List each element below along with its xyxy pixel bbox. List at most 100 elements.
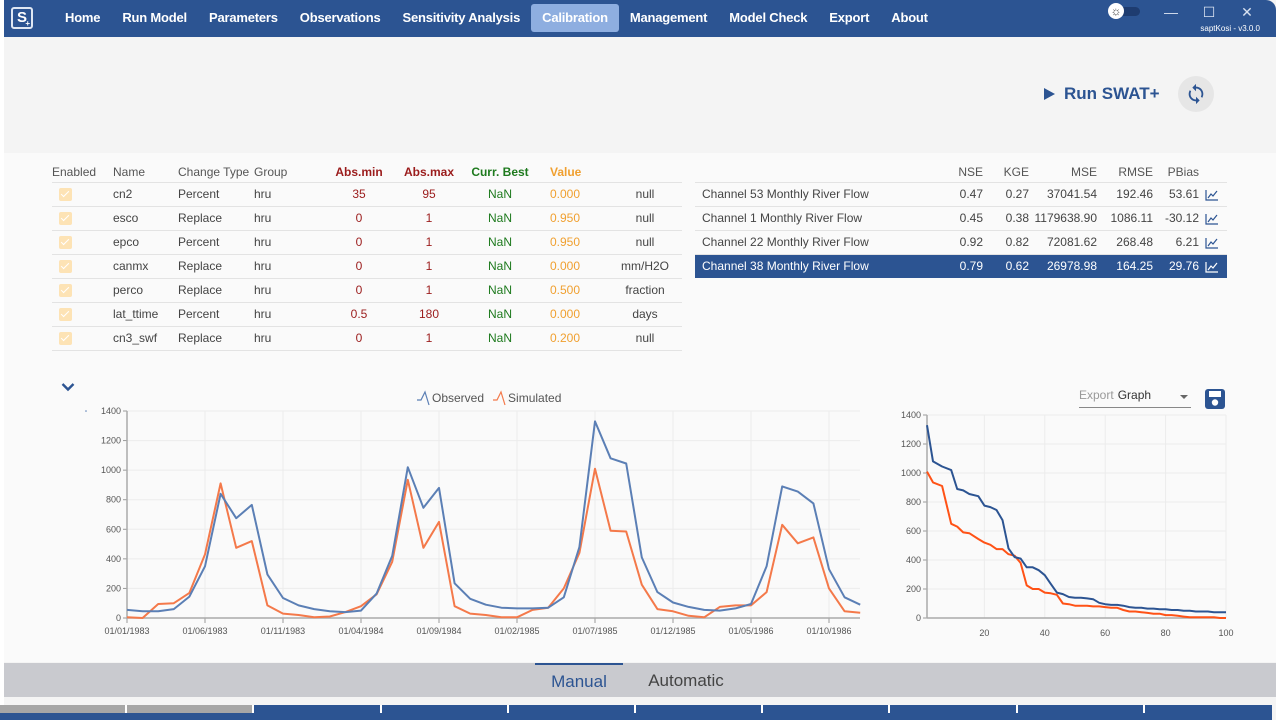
taskbar-item[interactable] — [890, 705, 1018, 713]
param-value[interactable]: 0.950 — [550, 211, 580, 225]
nav-export[interactable]: Export — [818, 4, 880, 32]
nav-about[interactable]: About — [880, 4, 939, 32]
objective-row[interactable]: Channel 53 Monthly River Flow 0.47 0.27 370… — [695, 181, 1227, 206]
param-curr-best: NaN — [487, 259, 512, 273]
param-abs-max[interactable]: 95 — [422, 187, 435, 201]
param-abs-max-cell: 1 — [394, 253, 464, 278]
param-value[interactable]: 0.000 — [550, 259, 580, 273]
enabled-checkbox[interactable] — [59, 236, 72, 250]
objective-row[interactable]: Channel 38 Monthly River Flow 0.79 0.62 269… — [695, 253, 1227, 278]
enabled-checkbox[interactable] — [59, 260, 72, 274]
nav-calibration[interactable]: Calibration — [531, 4, 619, 32]
param-group-cell: hru — [254, 181, 324, 206]
param-abs-max-cell: 1 — [394, 277, 464, 302]
nav-run-model[interactable]: Run Model — [111, 4, 198, 32]
y-tick-label: 400 — [906, 555, 921, 565]
param-abs-min[interactable]: 0.5 — [351, 307, 368, 321]
taskbar-item[interactable] — [1017, 705, 1145, 713]
taskbar-item[interactable] — [763, 705, 891, 713]
tab-manual[interactable]: Manual — [535, 663, 623, 697]
param-abs-min[interactable]: 0 — [356, 235, 363, 249]
enabled-checkbox-cell — [52, 301, 106, 326]
param-value[interactable]: 0.000 — [550, 187, 580, 201]
x-tick-label: 01/07/1985 — [572, 626, 617, 636]
nav-parameters[interactable]: Parameters — [198, 4, 289, 32]
taskbar-item[interactable] — [508, 705, 637, 713]
param-abs-max[interactable]: 1 — [426, 211, 433, 225]
param-abs-min[interactable]: 0 — [356, 211, 363, 225]
param-row[interactable]: perco Replace hru 0 1 NaN 0.500 fraction — [52, 277, 682, 302]
maximize-button[interactable]: ☐ — [1199, 3, 1219, 21]
taskbar-item[interactable] — [0, 705, 128, 713]
param-row[interactable]: cn3_swf Replace hru 0 1 NaN 0.200 null — [52, 325, 682, 351]
metric-nse: 0.92 — [945, 229, 983, 254]
refresh-button[interactable] — [1178, 76, 1214, 112]
param-unit-cell: days — [608, 301, 682, 326]
chevron-down-icon[interactable] — [61, 382, 75, 392]
taskbar-item[interactable] — [127, 705, 255, 713]
param-abs-max[interactable]: 1 — [426, 235, 433, 249]
enabled-checkbox[interactable] — [59, 188, 72, 202]
save-icon[interactable] — [1204, 388, 1226, 410]
enabled-checkbox[interactable] — [59, 332, 72, 346]
param-abs-min[interactable]: 0 — [356, 259, 363, 273]
theme-toggle[interactable]: ☼ — [1108, 3, 1142, 19]
param-value[interactable]: 0.000 — [550, 307, 580, 321]
param-abs-max[interactable]: 180 — [419, 307, 439, 321]
param-abs-min[interactable]: 0 — [356, 331, 363, 345]
enabled-checkbox[interactable] — [59, 284, 72, 298]
show-chart-icon[interactable] — [1205, 189, 1219, 201]
param-row[interactable]: cn2 Percent hru 35 95 NaN 0.000 null — [52, 181, 682, 206]
enabled-checkbox[interactable] — [59, 308, 72, 322]
objective-row[interactable]: Channel 22 Monthly River Flow 0.92 0.82 720… — [695, 229, 1227, 254]
x-tick-label: 80 — [1161, 628, 1171, 638]
show-chart-icon[interactable] — [1205, 213, 1219, 225]
param-value-cell: 0.950 — [536, 229, 608, 254]
nav-management[interactable]: Management — [619, 4, 718, 32]
close-button[interactable]: ✕ — [1237, 3, 1257, 21]
objective-row[interactable]: Channel 1 Monthly River Flow 0.45 0.38 1179… — [695, 205, 1227, 230]
param-abs-min[interactable]: 0 — [356, 283, 363, 297]
tab-automatic[interactable]: Automatic — [634, 663, 738, 697]
y-tick-label: 1000 — [101, 465, 121, 475]
param-row[interactable]: esco Replace hru 0 1 NaN 0.950 null — [52, 205, 682, 230]
param-unit: days — [632, 307, 658, 321]
minimize-button[interactable]: — — [1161, 3, 1181, 21]
nav-home[interactable]: Home — [54, 4, 111, 32]
param-value[interactable]: 0.950 — [550, 235, 580, 249]
param-row[interactable]: canmx Replace hru 0 1 NaN 0.000 mm/H2O — [52, 253, 682, 278]
run-swat-button[interactable]: Run SWAT+ — [1044, 82, 1160, 106]
param-abs-max[interactable]: 1 — [426, 283, 433, 297]
taskbar-item[interactable] — [636, 705, 764, 713]
col-nse: NSE — [958, 164, 983, 179]
param-row[interactable]: lat_ttime Percent hru 0.5 180 NaN 0.000 days — [52, 301, 682, 326]
show-chart-icon[interactable] — [1205, 261, 1219, 273]
metric-kge: 0.38 — [983, 205, 1029, 230]
param-value-cell: 0.500 — [536, 277, 608, 302]
show-chart-icon[interactable] — [1205, 237, 1219, 249]
x-tick-label: 01/02/1985 — [494, 626, 539, 636]
export-select[interactable]: Export Graph — [1079, 388, 1191, 408]
param-abs-min[interactable]: 35 — [352, 187, 365, 201]
enabled-checkbox-cell — [52, 253, 106, 278]
taskbar-item[interactable] — [381, 705, 509, 713]
taskbar-item[interactable] — [1144, 705, 1273, 713]
x-tick-label: 01/06/1983 — [182, 626, 227, 636]
nav-model-check[interactable]: Model Check — [718, 4, 818, 32]
param-change-type: Percent — [178, 187, 220, 201]
enabled-checkbox[interactable] — [59, 212, 72, 226]
param-abs-max[interactable]: 1 — [426, 259, 433, 273]
nav-sensitivity-analysis[interactable]: Sensitivity Analysis — [391, 4, 531, 32]
param-value[interactable]: 0.500 — [550, 283, 580, 297]
param-abs-max-cell: 1 — [394, 205, 464, 230]
param-unit-cell: mm/H2O — [608, 253, 682, 278]
param-group: hru — [254, 259, 272, 273]
metric-kge: 0.82 — [983, 229, 1029, 254]
param-change-type-cell: Percent — [178, 301, 254, 326]
param-abs-max[interactable]: 1 — [426, 331, 433, 345]
nav-observations[interactable]: Observations — [289, 4, 392, 32]
param-row[interactable]: epco Percent hru 0 1 NaN 0.950 null — [52, 229, 682, 254]
taskbar-item[interactable] — [254, 705, 382, 713]
enabled-checkbox-cell — [52, 205, 106, 230]
param-value[interactable]: 0.200 — [550, 331, 580, 345]
